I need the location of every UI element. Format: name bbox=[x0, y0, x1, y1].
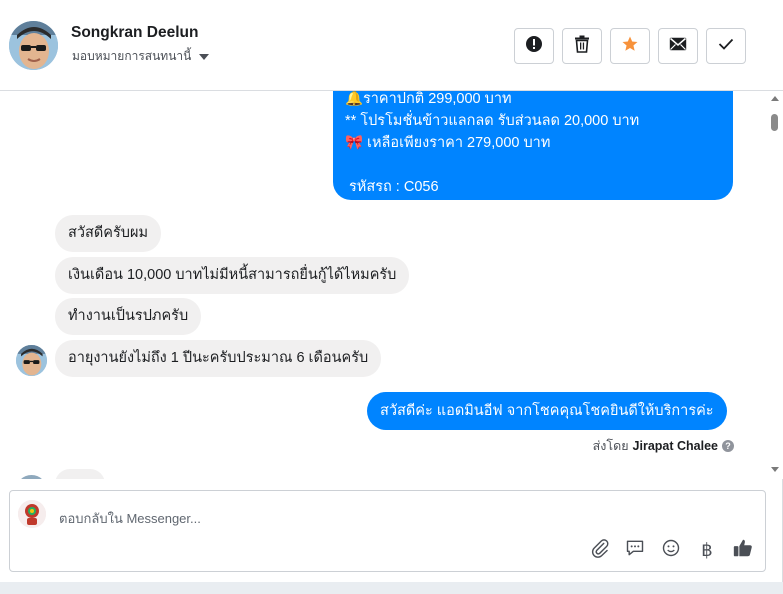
mark-spam-button[interactable] bbox=[514, 28, 554, 64]
star-button[interactable] bbox=[610, 28, 650, 64]
trash-icon bbox=[574, 35, 590, 58]
emoji-button[interactable] bbox=[659, 538, 683, 562]
chevron-down-icon bbox=[199, 53, 210, 60]
outgoing-message-card: 🔔ราคาปกติ 299,000 บาท ** โปรโมชั่นข้าวแล… bbox=[333, 91, 733, 200]
assign-label: มอบหมายการสนทนานี้ bbox=[72, 49, 192, 63]
mark-done-button[interactable] bbox=[706, 28, 746, 64]
contact-name: Songkran Deelun bbox=[71, 24, 199, 41]
incoming-message: เงินเดือน 10,000 บาทไม่มีหนี้สามารถยื่นก… bbox=[55, 257, 410, 294]
payment-button[interactable]: ฿ bbox=[695, 538, 719, 562]
delete-button[interactable] bbox=[562, 28, 602, 64]
avatar[interactable] bbox=[9, 21, 58, 70]
outgoing-message: สวัสดีค่ะ แอดมินอีฟ จากโชคคุณโชคยินดีให้… bbox=[367, 392, 727, 430]
partial-incoming-message bbox=[55, 469, 105, 479]
message-thread[interactable]: 🔔ราคาปกติ 299,000 บาท ** โปรโมชั่นข้าวแล… bbox=[0, 91, 783, 479]
scroll-down-arrow[interactable] bbox=[771, 467, 779, 472]
scroll-up-arrow[interactable] bbox=[771, 96, 779, 101]
sent-by-label: ส่งโดย Jirapat Chalee ? bbox=[593, 436, 734, 456]
conversation-panel: Songkran Deelun มอบหมายการสนทนานี้ 🔔ราคา… bbox=[0, 0, 783, 582]
page-avatar bbox=[18, 500, 46, 528]
like-button[interactable] bbox=[731, 538, 755, 562]
reply-composer[interactable]: ตอบกลับใน Messenger... ฿ bbox=[9, 490, 766, 572]
info-icon[interactable]: ? bbox=[722, 440, 734, 452]
card-line: 🎀 เหลือเพียงราคา 279,000 บาท bbox=[345, 132, 721, 154]
paperclip-icon bbox=[590, 538, 610, 563]
assign-conversation-dropdown[interactable]: มอบหมายการสนทนานี้ bbox=[72, 47, 210, 66]
checkmark-icon bbox=[718, 37, 734, 55]
reply-input[interactable]: ตอบกลับใน Messenger... bbox=[59, 508, 201, 529]
envelope-icon bbox=[669, 37, 687, 56]
incoming-message: ทำงานเป็นรปภครับ bbox=[55, 298, 202, 335]
incoming-message: สวัสดีครับผม bbox=[55, 215, 162, 252]
card-line: ** โปรโมชั่นข้าวแลกลด รับส่วนลด 20,000 บ… bbox=[345, 113, 640, 129]
thread-scrollbar[interactable] bbox=[767, 91, 782, 479]
sent-by-name: Jirapat Chalee bbox=[632, 439, 718, 453]
saved-reply-icon bbox=[625, 538, 645, 563]
partial-sender-avatar bbox=[16, 475, 47, 479]
card-line: รหัสรถ : C056 bbox=[349, 179, 439, 195]
attach-file-button[interactable] bbox=[588, 538, 612, 562]
emoji-icon bbox=[661, 538, 681, 563]
card-line bbox=[345, 154, 721, 176]
thumbs-up-icon bbox=[732, 537, 754, 564]
conversation-header: Songkran Deelun มอบหมายการสนทนานี้ bbox=[0, 0, 783, 91]
bell-icon: 🔔 bbox=[345, 91, 364, 107]
ribbon-icon: 🎀 bbox=[345, 135, 364, 151]
sender-avatar bbox=[16, 345, 47, 376]
star-icon bbox=[621, 35, 639, 58]
scrollbar-thumb[interactable] bbox=[771, 114, 778, 131]
baht-icon: ฿ bbox=[701, 539, 713, 561]
saved-reply-button[interactable] bbox=[623, 538, 647, 562]
mark-unread-button[interactable] bbox=[658, 28, 698, 64]
incoming-message: อายุงานยังไม่ถึง 1 ปีนะครับประมาณ 6 เดือ… bbox=[55, 340, 382, 377]
card-line: 🔔ราคาปกติ 299,000 บาท bbox=[345, 91, 721, 110]
exclamation-circle-icon bbox=[525, 35, 543, 58]
